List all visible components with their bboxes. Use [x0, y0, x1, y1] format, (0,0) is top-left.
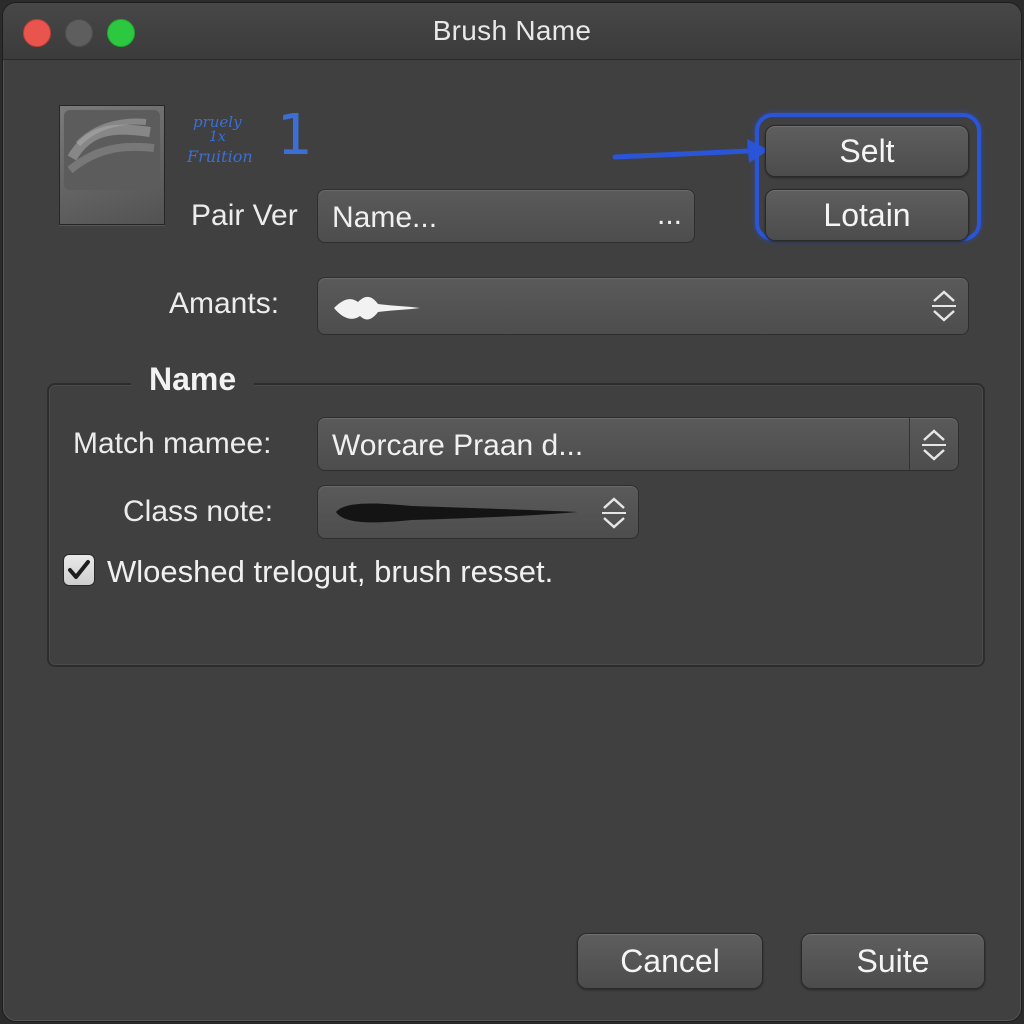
up-down-chevron-icon [922, 429, 946, 461]
up-down-chevron-icon [602, 497, 626, 529]
brush-preview-thumbnail[interactable] [59, 105, 165, 225]
name-group-title: Name [131, 361, 255, 398]
annotation-line-2: 1x [209, 129, 226, 145]
brush-texture-icon [67, 118, 155, 174]
pointer-arrow-icon [612, 139, 769, 163]
annotation-number: 1 [277, 103, 313, 168]
amounts-select[interactable] [317, 277, 969, 335]
match-name-stepper[interactable] [920, 426, 948, 464]
match-name-value: Worcare Praan d... [332, 429, 584, 462]
brush-preview-image [64, 110, 160, 190]
title-bar: Brush Name [3, 3, 1021, 60]
class-note-label: Class note: [123, 495, 274, 528]
brush-stroke-icon [334, 296, 420, 320]
pair-ver-value: Name... [332, 201, 438, 234]
brush-stroke-icon [336, 503, 578, 523]
brush-name-dialog: Brush Name pruely 1x Fruition 1 Pair Ver… [2, 2, 1022, 1022]
window-title: Brush Name [432, 15, 592, 46]
locate-button[interactable]: Lotain [765, 189, 969, 241]
amounts-stepper[interactable] [930, 287, 958, 325]
reset-brush-checkbox-label[interactable]: Wloeshed trelogut, brush resset. [107, 554, 553, 590]
reset-brush-checkbox[interactable] [63, 554, 95, 586]
checkmark-icon [68, 560, 90, 579]
handwritten-annotation: pruely 1x Fruition 1 [183, 103, 323, 173]
cancel-button[interactable]: Cancel [577, 933, 763, 989]
pair-ver-label: Pair Ver [191, 199, 298, 232]
pair-ver-field[interactable]: Name... ... [317, 189, 695, 243]
stepper-divider [909, 418, 910, 470]
annotation-line-3: Fruition [187, 147, 253, 166]
pair-ver-ellipsis: ... [656, 198, 682, 231]
select-button[interactable]: Selt [765, 125, 969, 177]
class-note-stepper[interactable] [600, 494, 628, 532]
class-note-select[interactable] [317, 485, 639, 539]
up-down-chevron-icon [932, 290, 956, 322]
match-name-label: Match mamee: [73, 427, 272, 460]
amounts-label: Amants: [169, 287, 280, 320]
match-name-select[interactable]: Worcare Praan d... [317, 417, 959, 471]
confirm-button[interactable]: Suite [801, 933, 985, 989]
